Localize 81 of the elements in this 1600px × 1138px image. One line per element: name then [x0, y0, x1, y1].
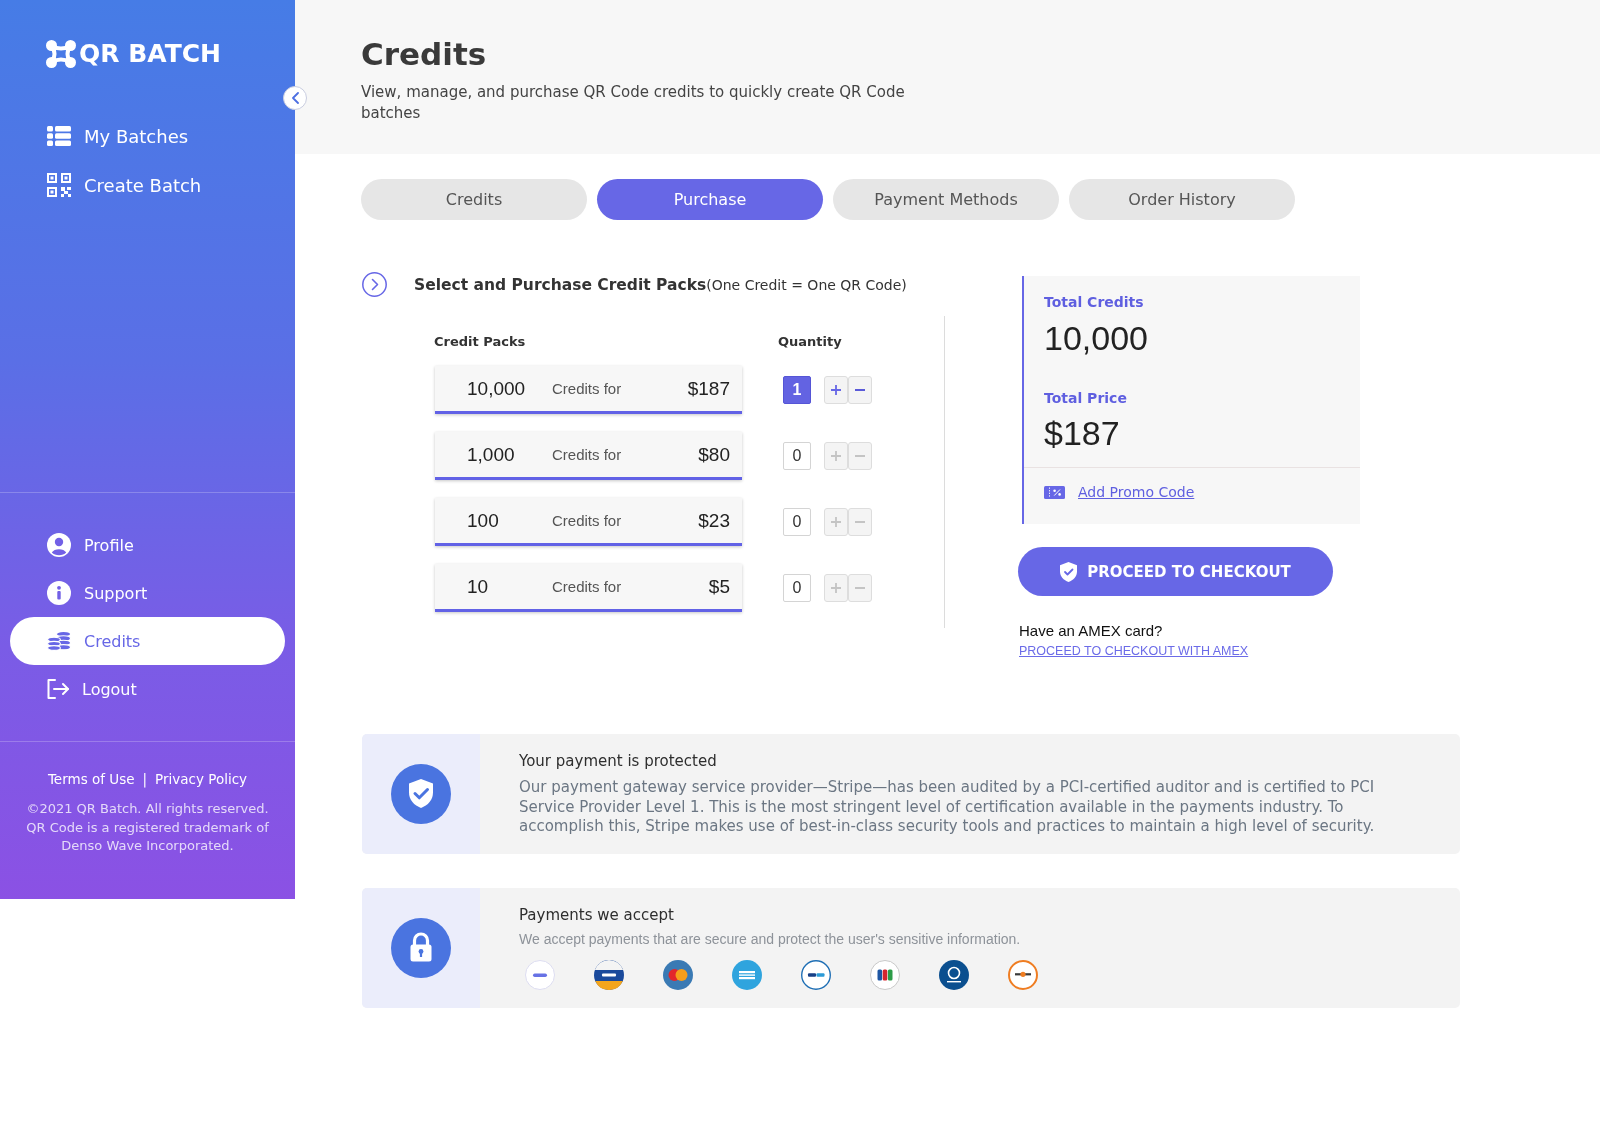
pack-price: $80 [698, 443, 730, 466]
card-logo-icon [663, 960, 693, 990]
quantity-field[interactable]: 0 [783, 442, 811, 470]
card-title: Payments we accept [519, 906, 675, 924]
page-title: Credits [361, 35, 488, 74]
card-logo-icon [939, 960, 969, 990]
increase-button[interactable] [824, 376, 848, 404]
pack-price: $187 [687, 377, 730, 400]
nav-item[interactable]: Support [10, 569, 285, 617]
quantity-field[interactable]: 0 [783, 508, 811, 536]
card-logo-icon [1008, 960, 1038, 990]
footer-separator: | [142, 771, 148, 787]
pack-label: Credits for [552, 380, 623, 397]
ticket-icon [1044, 485, 1065, 499]
collapse-button[interactable] [283, 86, 307, 110]
card-logo-icon [801, 960, 831, 990]
logout-icon [47, 679, 69, 699]
qr-code-icon [47, 173, 71, 197]
quantity-field[interactable]: 0 [783, 574, 811, 602]
minus-icon [855, 455, 865, 457]
amex-checkout-link[interactable]: PROCEED TO CHECKOUT WITH AMEX [1019, 643, 1249, 659]
tab[interactable]: Purchase [597, 179, 823, 220]
nav-item[interactable]: Profile [10, 521, 285, 569]
card-logo-icon [732, 960, 762, 990]
nav-item[interactable]: My Batches [0, 116, 295, 156]
info-icon [47, 581, 71, 605]
column-heading: Credit Packs [434, 333, 527, 349]
card-logo-icon [870, 960, 900, 990]
coins-icon [47, 631, 71, 651]
plus-icon [831, 385, 841, 395]
footer-link[interactable]: Terms of Use [47, 771, 135, 787]
shield-check-icon [391, 764, 451, 824]
card-text: Our payment gateway service provider—Stripe—has been audited by a PCI-certified auditor and is certified to PCI Service Provider Level 1. This is the most stringent level of certification available in the payments industry. To accomplish this, Stripe makes use of best-in-class security tools and practices to maintain a high level of security. [519, 778, 1376, 837]
pack-price: $23 [698, 509, 730, 532]
section-note: (One Credit = One QR Code) [706, 276, 907, 293]
card-logo-icon [594, 960, 624, 990]
column-heading: Quantity [778, 333, 842, 349]
lock-icon [391, 918, 451, 978]
minus-icon [855, 521, 865, 523]
checkout-button[interactable]: PROCEED TO CHECKOUT [1018, 547, 1333, 596]
nav-item[interactable]: Credits [10, 617, 285, 665]
nav-item[interactable]: Create Batch [0, 165, 295, 205]
chevron-right-circle-icon [362, 272, 387, 297]
plus-icon [831, 517, 841, 527]
page-description: View, manage, and purchase QR Code credits to quickly create QR Code batches [361, 82, 906, 124]
total-credits-value: 10,000 [1044, 318, 1149, 359]
section-title: Select and Purchase Credit Packs [414, 275, 707, 294]
plus-icon [831, 583, 841, 593]
pack-credits: 1,000 [467, 443, 516, 466]
promo-code-link[interactable]: Add Promo Code [1078, 484, 1195, 500]
tab[interactable]: Order History [1069, 179, 1295, 220]
minus-icon [855, 389, 865, 391]
summary-label: Total Price [1044, 389, 1128, 408]
shield-check-icon [1060, 561, 1078, 582]
logo-text: QR BATCH [79, 38, 221, 70]
decrease-button[interactable] [848, 376, 872, 404]
pack-credits: 10 [467, 575, 490, 598]
pack-credits: 10,000 [467, 377, 527, 400]
pack-label: Credits for [552, 578, 623, 595]
amex-prompt: Have an AMEX card? [1019, 622, 1164, 639]
user-icon [47, 533, 71, 557]
quantity-field[interactable]: 1 [783, 376, 811, 404]
card-logo-icon [525, 960, 555, 990]
pack-credits: 100 [467, 509, 500, 532]
pack-price: $5 [708, 575, 730, 598]
summary-label: Total Credits [1044, 293, 1145, 312]
pack-label: Credits for [552, 512, 623, 529]
pack-label: Credits for [552, 446, 623, 463]
minus-icon [855, 587, 865, 589]
tab[interactable]: Payment Methods [833, 179, 1059, 220]
card-title: Your payment is protected [519, 752, 718, 770]
logo-icon [46, 40, 76, 68]
card-text: We accept payments that are secure and protect the user's sensitive information. [519, 931, 1022, 948]
copyright-text: ©2021 QR Batch. All rights reserved. QR Code is a registered trademark of Denso Wave Incorporated. [25, 800, 270, 855]
list-icon [47, 126, 71, 146]
total-price-value: $187 [1044, 413, 1121, 454]
chevron-left-icon [291, 92, 299, 104]
tab[interactable]: Credits [361, 179, 587, 220]
nav-item[interactable]: Logout [10, 665, 285, 713]
footer-link[interactable]: Privacy Policy [155, 771, 248, 787]
plus-icon [831, 451, 841, 461]
